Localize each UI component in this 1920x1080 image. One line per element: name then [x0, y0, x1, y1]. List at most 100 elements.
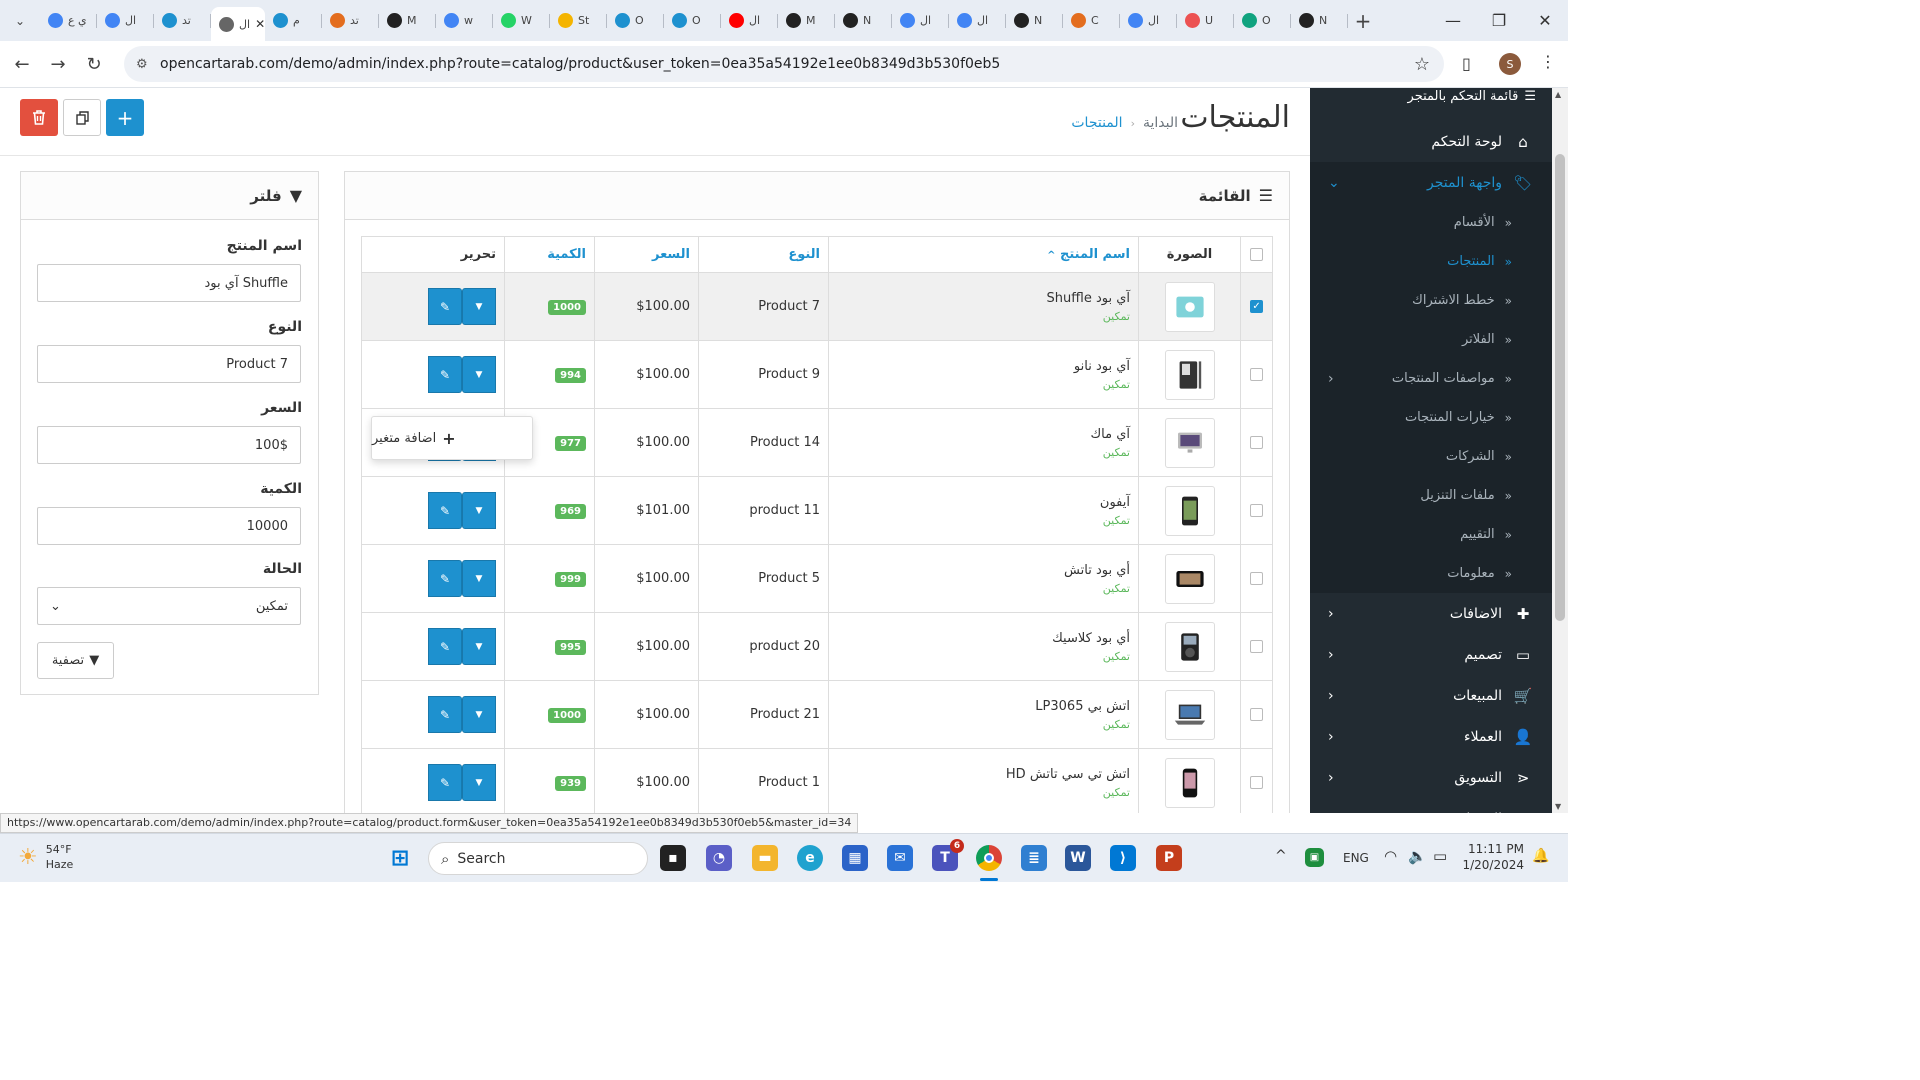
filter-status-select[interactable]: تمكين ⌄	[37, 587, 301, 625]
tab-search-icon[interactable]: ⌄	[0, 14, 40, 28]
clock[interactable]: 11:11 PM 1/20/2024	[1462, 841, 1524, 873]
bookmark-star-icon[interactable]: ☆	[1414, 54, 1430, 75]
sidebar-item-catalog[interactable]: 🏷 واجهة المتجر ⌄	[1310, 162, 1552, 203]
browser-tab[interactable]: N	[1006, 6, 1063, 36]
close-window-button[interactable]: ✕	[1522, 11, 1568, 30]
notepad-icon[interactable]: ≣	[1021, 845, 1047, 871]
add-product-button[interactable]: +	[106, 99, 144, 136]
dropdown-toggle-button[interactable]: ▼	[462, 492, 496, 529]
scroll-down-icon[interactable]: ▼	[1555, 802, 1561, 811]
dropdown-toggle-button[interactable]: ▼	[462, 288, 496, 325]
filter-model-input[interactable]: Product 7	[37, 345, 301, 383]
browser-tab[interactable]: M	[379, 6, 436, 36]
show-hidden-icons[interactable]: ^	[1275, 848, 1287, 864]
sidebar-subitem[interactable]: « الشركات	[1310, 437, 1552, 476]
chrome-icon[interactable]	[976, 845, 1002, 871]
maximize-button[interactable]: ❐	[1476, 11, 1522, 30]
back-icon[interactable]: ←	[4, 54, 40, 75]
wifi-icon[interactable]: ◠	[1384, 847, 1397, 865]
scroll-up-icon[interactable]: ▲	[1555, 90, 1561, 99]
browser-tab[interactable]: O	[1234, 6, 1291, 36]
reload-icon[interactable]: ↻	[76, 54, 112, 75]
filter-quantity-input[interactable]: 10000	[37, 507, 301, 545]
browser-tab[interactable]: U	[1177, 6, 1234, 36]
row-checkbox[interactable]	[1250, 368, 1263, 381]
avatar[interactable]: S	[1499, 53, 1521, 75]
browser-tab[interactable]: W	[493, 6, 550, 36]
browser-tab[interactable]: N	[1291, 6, 1348, 36]
breadcrumb-current[interactable]: المنتجات	[1071, 115, 1122, 131]
site-info-icon[interactable]: ⚙	[136, 57, 148, 72]
edit-button[interactable]: ✎	[428, 764, 462, 801]
dropdown-toggle-button[interactable]: ▼	[462, 560, 496, 597]
scrollbar-thumb[interactable]	[1555, 154, 1565, 621]
sidebar-subitem[interactable]: « خطط الاشتراك	[1310, 281, 1552, 320]
edit-button[interactable]: ✎	[428, 560, 462, 597]
browser-tab[interactable]: تد	[154, 6, 211, 36]
close-tab-icon[interactable]: ✕	[255, 17, 265, 31]
page-scrollbar[interactable]: ▲ ▼	[1552, 88, 1568, 813]
table-row[interactable]: اتش بي LP3065 تمكين Product 21 $100.00 1000 ▼…	[361, 680, 1273, 749]
table-row[interactable]: أي بود كلاسيك تمكين product 20 $100.00 995 ▼ ✎	[361, 612, 1273, 681]
table-row[interactable]: أي بود تاتش تمكين Product 5 $100.00 999 ▼ ✎	[361, 544, 1273, 613]
sidebar-item[interactable]: ⚙ الضبط ‹	[1310, 798, 1552, 814]
edit-button[interactable]: ✎	[428, 696, 462, 733]
browser-tab[interactable]: O	[607, 6, 664, 36]
sidebar-item[interactable]: ✚ الاضافات ‹	[1310, 593, 1552, 634]
chat-app-icon[interactable]: ◔	[706, 845, 732, 871]
browser-tab[interactable]: w	[436, 6, 493, 36]
browser-tab[interactable]: C	[1063, 6, 1120, 36]
edit-button[interactable]: ✎	[428, 288, 462, 325]
file-explorer-icon[interactable]: ▬	[752, 845, 778, 871]
select-all-checkbox[interactable]	[1250, 248, 1263, 261]
sidebar-subitem[interactable]: « الفلاتر	[1310, 320, 1552, 359]
edit-button[interactable]: ✎	[428, 356, 462, 393]
browser-tab[interactable]: M	[778, 6, 835, 36]
sidebar-subitem[interactable]: « التقييم	[1310, 515, 1552, 554]
edit-button[interactable]: ✎	[428, 492, 462, 529]
dropdown-toggle-button[interactable]: ▼	[462, 628, 496, 665]
delete-button[interactable]	[20, 99, 58, 136]
task-view-icon[interactable]: ▪	[660, 845, 686, 871]
battery-icon[interactable]: ▭	[1433, 847, 1447, 865]
word-icon[interactable]: W	[1065, 845, 1091, 871]
taskbar-search[interactable]: ⌕ Search	[428, 842, 648, 875]
forward-icon[interactable]: →	[40, 54, 76, 75]
sidebar-subitem[interactable]: « مواصفات المنتجات ‹	[1310, 359, 1552, 398]
row-checkbox[interactable]	[1250, 436, 1263, 449]
table-row[interactable]: ✓ آي بود Shuffle تمكين Product 7 $100.00 1000…	[361, 272, 1273, 341]
row-checkbox[interactable]: ✓	[1250, 300, 1263, 313]
dropdown-toggle-button[interactable]: ▼	[462, 764, 496, 801]
store-icon[interactable]: ▦	[842, 845, 868, 871]
browser-tab[interactable]: ال	[949, 6, 1006, 36]
add-variant-menu-item[interactable]: اضافة متغير	[372, 431, 436, 446]
weather-widget[interactable]: ☀ 54°F Haze	[18, 842, 73, 872]
edit-button[interactable]: ✎	[428, 628, 462, 665]
browser-tab[interactable]: O	[664, 6, 721, 36]
notification-bell-icon[interactable]: 🔔	[1532, 848, 1549, 864]
dropdown-toggle-button[interactable]: ▼	[462, 696, 496, 733]
column-model[interactable]: النوع	[698, 236, 829, 273]
sidebar-subitem[interactable]: « ملفات التنزيل	[1310, 476, 1552, 515]
powerpoint-icon[interactable]: P	[1156, 845, 1182, 871]
browser-tab[interactable]: ال	[892, 6, 949, 36]
sidebar-subitem[interactable]: « خيارات المنتجات	[1310, 398, 1552, 437]
sidebar-subitem[interactable]: « الأقسام	[1310, 203, 1552, 242]
sidebar-item[interactable]: 👤 العملاء ‹	[1310, 716, 1552, 757]
table-row[interactable]: اتش تي سي تاتش HD تمكين Product 1 $100.00 93…	[361, 748, 1273, 813]
edge-icon[interactable]: e	[797, 845, 823, 871]
browser-tab[interactable]: ال	[1120, 6, 1177, 36]
browser-tab[interactable]: ال	[97, 6, 154, 36]
tray-app-icon[interactable]: ▣	[1305, 848, 1324, 867]
volume-icon[interactable]: 🔈	[1408, 847, 1427, 865]
browser-menu-icon[interactable]: ⋮	[1540, 52, 1556, 71]
vscode-icon[interactable]: ⟩	[1110, 845, 1136, 871]
row-checkbox[interactable]	[1250, 708, 1263, 721]
sidebar-header[interactable]: ☰ قائمة التحكم بالمتجر	[1310, 88, 1552, 104]
minimize-button[interactable]: —	[1430, 11, 1476, 30]
browser-tab[interactable]: ال	[721, 6, 778, 36]
new-tab-button[interactable]: +	[1348, 9, 1378, 33]
start-icon[interactable]: ⊞	[387, 845, 413, 871]
breadcrumb-home[interactable]: البداية	[1143, 115, 1178, 131]
sidebar-subitem[interactable]: « المنتجات	[1310, 242, 1552, 281]
